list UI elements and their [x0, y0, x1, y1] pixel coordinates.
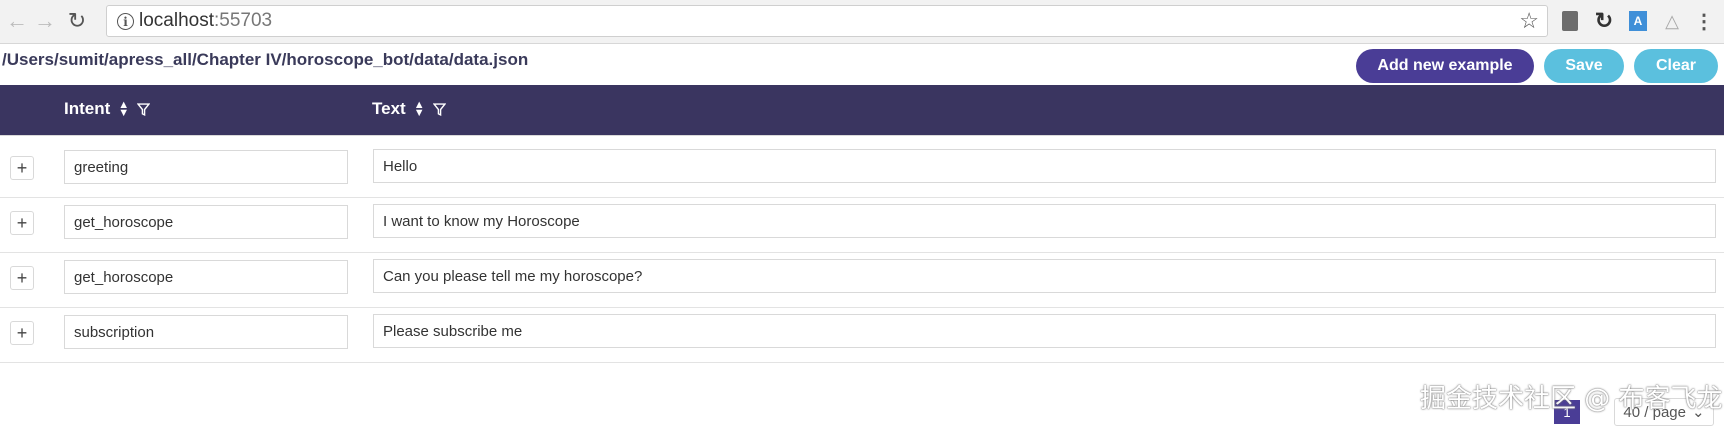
watermark: 掘金技术社区 @ 布客飞龙 [1420, 384, 1723, 414]
column-label-text: Text [372, 99, 406, 118]
extension-refresh-icon[interactable]: ↻ [1592, 8, 1616, 33]
filter-icon[interactable] [432, 102, 446, 116]
file-path: /Users/sumit/apress_all/Chapter IV/horos… [2, 50, 529, 69]
intent-field[interactable]: get_horoscope [64, 260, 348, 294]
url-port: :55703 [214, 10, 273, 31]
sort-icon[interactable]: ▲ ▼ [414, 100, 425, 119]
column-header-text[interactable]: Text ▲ ▼ [372, 99, 446, 119]
table-row: + get_horoscope Can you please tell me m… [0, 247, 1724, 308]
text-field[interactable]: Please subscribe me [373, 314, 1716, 348]
column-label-intent: Intent [64, 99, 111, 118]
column-header-intent[interactable]: Intent ▲ ▼ [64, 99, 151, 119]
extension-translate-icon[interactable]: A [1626, 9, 1650, 33]
browser-menu-icon[interactable]: ⋮ [1692, 9, 1716, 33]
forward-arrow-icon[interactable]: → [32, 8, 58, 34]
bookmark-star-icon[interactable]: ☆ [1519, 8, 1539, 34]
sort-icon[interactable]: ▲ ▼ [118, 100, 129, 119]
address-bar[interactable]: i localhost:55703 ☆ [106, 5, 1548, 37]
text-field[interactable]: Can you please tell me my horoscope? [373, 259, 1716, 293]
expand-row-button[interactable]: + [10, 211, 34, 235]
text-field[interactable]: I want to know my Horoscope [373, 204, 1716, 238]
url-host: localhost [139, 10, 214, 31]
extension-drive-icon[interactable]: △ [1660, 9, 1684, 33]
save-button[interactable]: Save [1544, 49, 1624, 83]
expand-row-button[interactable]: + [10, 266, 34, 290]
table-row: + get_horoscope I want to know my Horosc… [0, 192, 1724, 253]
filter-icon[interactable] [137, 102, 151, 116]
clear-button[interactable]: Clear [1634, 49, 1718, 83]
expand-row-button[interactable]: + [10, 321, 34, 345]
browser-toolbar: ← → ↻ i localhost:55703 ☆ ↻ A △ ⋮ [0, 0, 1724, 44]
reload-icon[interactable]: ↻ [64, 8, 90, 34]
info-icon[interactable]: i [117, 13, 134, 30]
intent-field[interactable]: get_horoscope [64, 205, 348, 239]
intent-field[interactable]: greeting [64, 150, 348, 184]
text-field[interactable]: Hello [373, 149, 1716, 183]
add-new-example-button[interactable]: Add new example [1356, 49, 1534, 83]
table-header: Intent ▲ ▼ Text ▲ ▼ [0, 85, 1724, 136]
intent-field[interactable]: subscription [64, 315, 348, 349]
table-row: + greeting Hello [0, 137, 1724, 198]
extension-book-icon[interactable] [1558, 9, 1582, 33]
url-text: localhost:55703 [139, 10, 272, 32]
table-row: + subscription Please subscribe me [0, 302, 1724, 363]
expand-row-button[interactable]: + [10, 156, 34, 180]
back-arrow-icon[interactable]: ← [4, 8, 30, 34]
